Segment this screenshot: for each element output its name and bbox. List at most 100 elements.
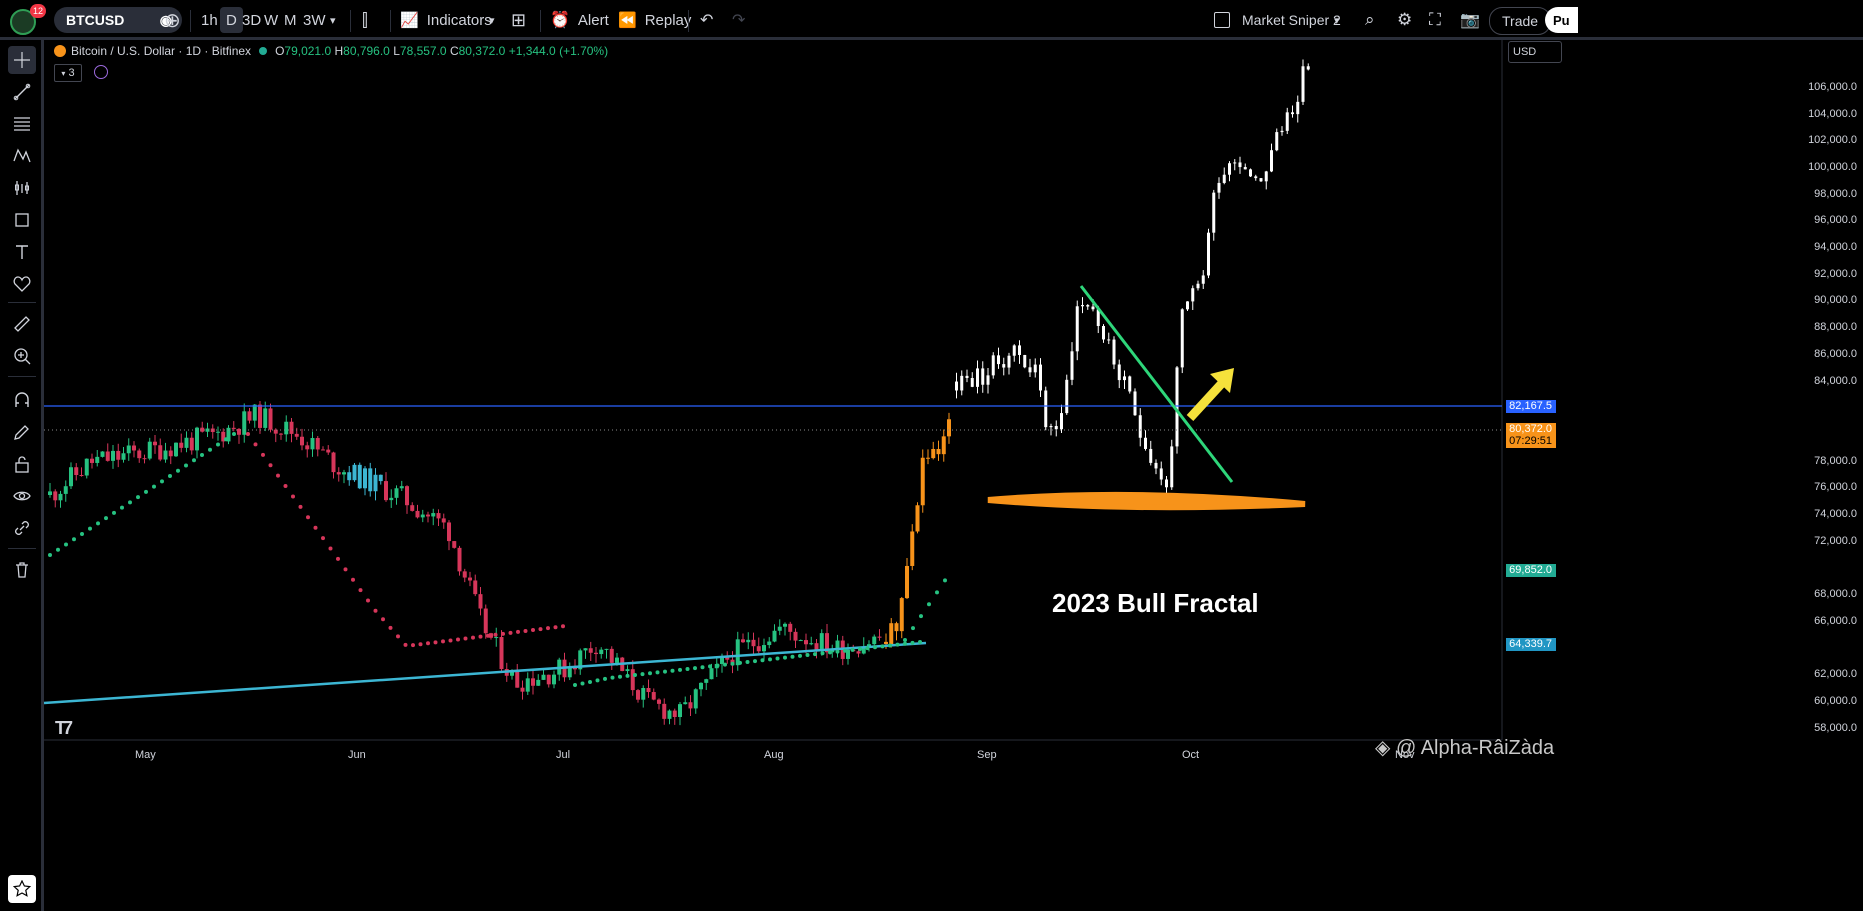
candle-body <box>515 671 520 688</box>
chevron-down-icon[interactable]: ▾ <box>1334 0 1340 40</box>
candle-body <box>1091 306 1095 310</box>
layouts-icon[interactable]: ⊞ <box>511 0 526 40</box>
indicator-dot <box>373 608 378 613</box>
rectangle-icon[interactable] <box>8 206 36 234</box>
chevron-down-icon[interactable]: ▾ <box>489 0 495 40</box>
indicator-dot <box>456 637 460 642</box>
indicator-dot <box>306 515 310 520</box>
indicator-dot <box>820 651 825 656</box>
chevron-down-icon[interactable]: ▾ <box>330 0 336 40</box>
candle-body <box>300 436 304 446</box>
pattern-icon[interactable] <box>8 142 36 170</box>
trend-line-icon[interactable] <box>8 78 36 106</box>
sync-icon[interactable] <box>94 65 108 79</box>
indicator-dot <box>538 627 543 632</box>
candle-body <box>289 421 294 434</box>
divider <box>8 376 36 377</box>
indicator-dot <box>595 678 600 683</box>
settings-gear-icon[interactable]: ⚙ <box>1397 0 1412 40</box>
candle-body <box>625 669 630 672</box>
candle-body <box>788 623 793 632</box>
candle-body <box>48 491 52 496</box>
layout-name[interactable]: Market Sniper 2 <box>1242 0 1341 40</box>
publish-button[interactable]: Pu <box>1545 7 1578 33</box>
heart-icon[interactable] <box>8 270 36 298</box>
candle-body <box>704 679 709 683</box>
tradingview-logo[interactable]: T7 <box>55 718 73 739</box>
candle-body <box>819 633 824 651</box>
pencil-lock-icon[interactable] <box>8 418 36 446</box>
replay-button[interactable]: ⏪ Replay <box>618 0 691 40</box>
link-icon[interactable] <box>8 514 36 542</box>
trade-button[interactable]: Trade <box>1489 7 1552 35</box>
zoom-in-icon[interactable] <box>8 342 36 370</box>
candle-body <box>1301 66 1305 102</box>
candle-body <box>452 541 457 548</box>
support-trendline <box>43 641 927 705</box>
candle-body <box>352 464 357 481</box>
candle-body <box>867 644 871 647</box>
indicator-dot <box>48 553 52 557</box>
candle-body <box>1128 376 1132 392</box>
candle-body <box>804 640 808 645</box>
indicator-dot <box>224 437 228 442</box>
crosshair-icon[interactable] <box>8 46 36 74</box>
candle-body <box>1086 305 1090 307</box>
candle-body <box>205 428 210 432</box>
candle-body <box>541 674 546 680</box>
candle-body <box>1180 309 1184 368</box>
compare-add-icon[interactable]: ⊕ <box>164 0 181 40</box>
candle-body <box>1018 345 1021 355</box>
magnet-icon[interactable] <box>8 386 36 414</box>
candle-body <box>825 633 829 653</box>
text-icon[interactable] <box>8 238 36 266</box>
symbol-search[interactable]: BTCUSD ◉ <box>54 7 182 33</box>
candle-body <box>1107 339 1111 341</box>
price-tick-label: 68,000.0 <box>1814 588 1857 601</box>
indicators-button[interactable]: 📈 Indicators <box>400 0 492 40</box>
indicator-dot <box>358 588 363 593</box>
alert-button[interactable]: ⏰ Alert <box>550 0 609 40</box>
quick-search-icon[interactable]: ⌕ <box>1365 0 1375 40</box>
candle-body <box>142 458 147 460</box>
price-tick-label: 86,000.0 <box>1814 347 1857 360</box>
ruler-icon[interactable] <box>8 310 36 338</box>
indicators-toggle[interactable]: ▾ 3 <box>54 64 82 82</box>
trash-icon[interactable] <box>8 556 36 584</box>
candle-body <box>1112 339 1116 365</box>
alert-label: Alert <box>577 11 609 29</box>
eye-icon[interactable] <box>8 482 36 510</box>
divider <box>8 302 36 303</box>
candle-body <box>672 710 677 717</box>
undo-icon[interactable]: ↶ <box>700 0 713 40</box>
layout-checkbox[interactable] <box>1214 0 1230 40</box>
fib-retracement-icon[interactable] <box>8 110 36 138</box>
indicator-dot <box>935 590 939 595</box>
candles-icon[interactable]: ⫿ <box>362 0 368 40</box>
candle-body <box>693 689 698 709</box>
currency-select[interactable]: USD <box>1508 41 1562 63</box>
indicator-dot <box>136 495 140 500</box>
indicator-dot <box>508 630 513 635</box>
lock-icon[interactable] <box>8 450 36 478</box>
fullscreen-icon[interactable]: ⛶ <box>1429 0 1441 40</box>
divider <box>390 10 391 32</box>
indicator-dot <box>610 675 615 680</box>
candle-body <box>1117 364 1121 381</box>
candle-body <box>730 659 735 666</box>
forecast-icon[interactable] <box>8 174 36 202</box>
star-icon[interactable] <box>8 875 36 903</box>
redo-icon[interactable]: ↷ <box>732 0 745 40</box>
camera-icon[interactable]: 📷 <box>1460 0 1480 40</box>
indicator-dot <box>433 640 438 645</box>
indicator-dot <box>580 681 585 686</box>
symbol-title[interactable]: Bitcoin / U.S. Dollar · 1D · Bitfinex <box>71 44 251 58</box>
interval-3w[interactable]: 3W <box>297 7 332 33</box>
candle-body <box>132 445 136 451</box>
indicator-dot <box>268 463 273 468</box>
candle-body <box>840 640 845 659</box>
candle-body <box>997 355 1000 365</box>
indicator-dot <box>96 521 100 526</box>
low-value: 78,557.0 <box>399 44 447 58</box>
indicator-dot <box>553 625 558 630</box>
